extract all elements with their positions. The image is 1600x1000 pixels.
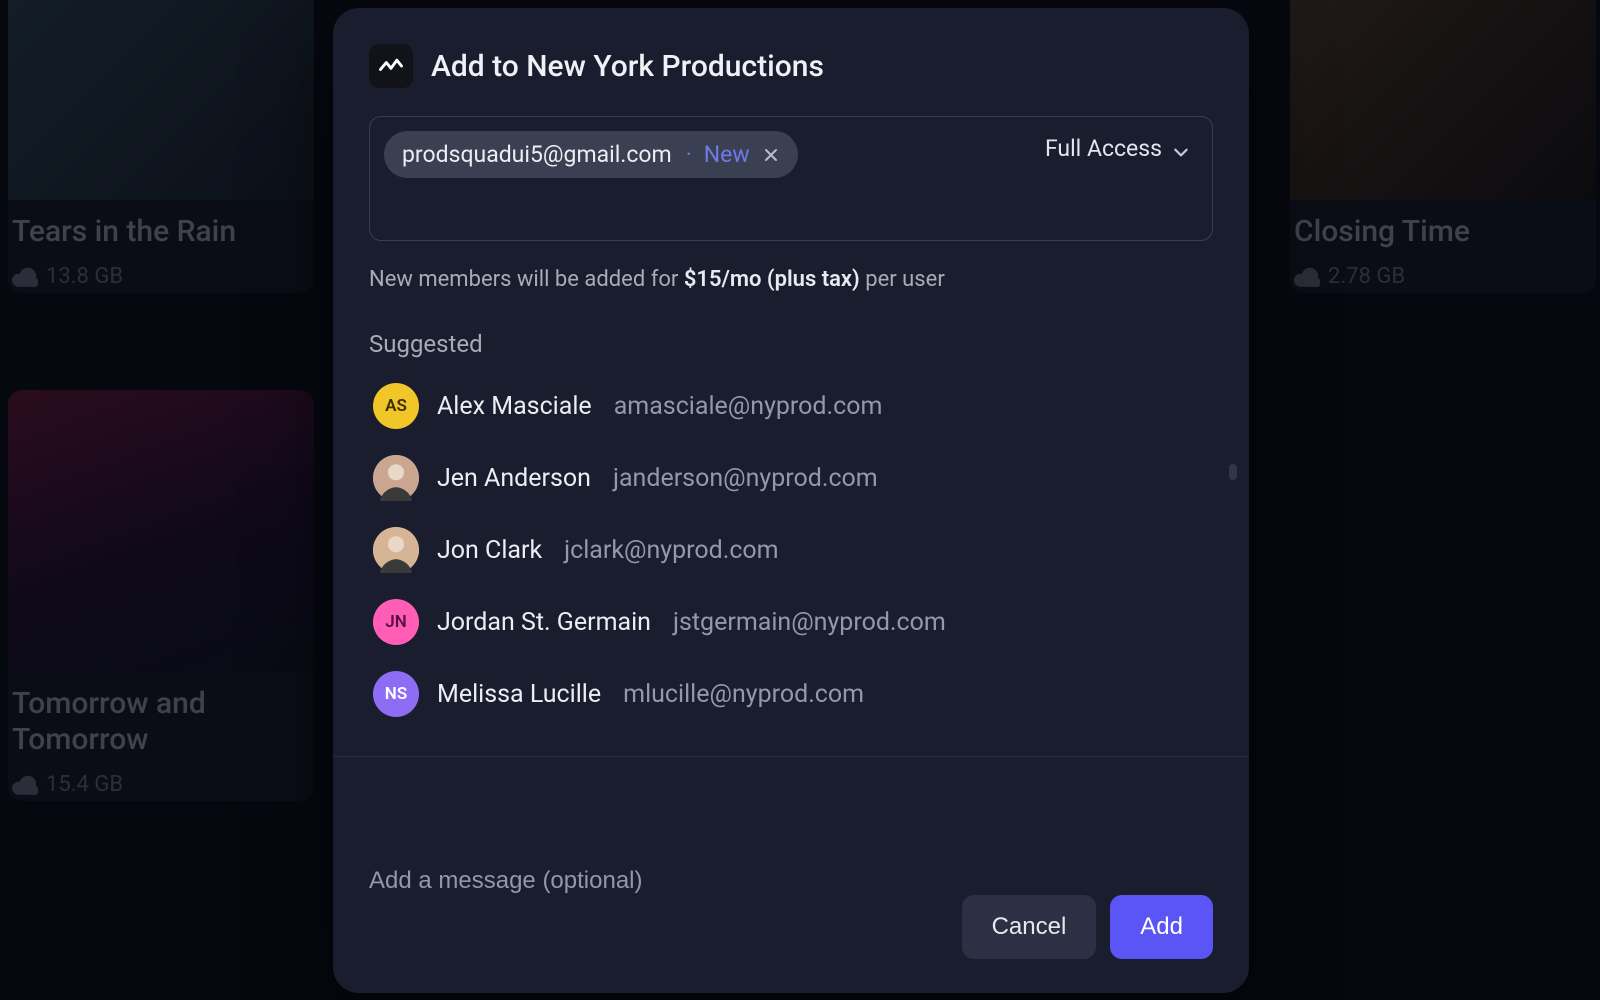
invite-field[interactable]: prodsquadui5@gmail.com · New Full Access: [369, 116, 1213, 241]
avatar: JN: [373, 599, 419, 645]
suggested-item[interactable]: NS Melissa Lucille mlucille@nyprod.com: [369, 658, 1213, 730]
suggested-email: jstgermain@nyprod.com: [673, 608, 946, 637]
app-icon: [369, 44, 413, 88]
chip-separator: ·: [686, 141, 692, 168]
avatar: NS: [373, 671, 419, 717]
chip-new-tag: New: [704, 141, 750, 168]
suggested-item[interactable]: Jon Clark jclark@nyprod.com: [369, 514, 1213, 586]
suggested-list: AS Alex Masciale amasciale@nyprod.com Jen A…: [369, 370, 1213, 730]
chip-remove-icon[interactable]: [760, 144, 782, 166]
access-level-label: Full Access: [1045, 135, 1162, 162]
suggested-label: Suggested: [369, 330, 1213, 358]
access-level-dropdown[interactable]: Full Access: [1045, 135, 1190, 162]
cancel-button[interactable]: Cancel: [962, 895, 1097, 959]
avatar: AS: [373, 383, 419, 429]
email-chip[interactable]: prodsquadui5@gmail.com · New: [384, 131, 798, 178]
suggested-name: Jen Anderson: [437, 464, 591, 493]
divider: [333, 756, 1249, 757]
scrollbar-thumb[interactable]: [1229, 464, 1237, 480]
suggested-name: Jordan St. Germain: [437, 608, 651, 637]
pricing-note: New members will be added for $15/mo (pl…: [369, 267, 1213, 292]
modal-title: Add to New York Productions: [431, 49, 824, 84]
modal-header: Add to New York Productions: [333, 8, 1249, 116]
add-members-modal: Add to New York Productions prodsquadui5…: [333, 8, 1249, 993]
suggested-name: Jon Clark: [437, 536, 542, 565]
chevron-down-icon: [1172, 140, 1190, 158]
avatar: [373, 455, 419, 501]
message-area: [333, 841, 1249, 895]
avatar: [373, 527, 419, 573]
suggested-email: amasciale@nyprod.com: [614, 392, 883, 421]
message-input[interactable]: [369, 867, 1213, 895]
suggested-email: janderson@nyprod.com: [613, 464, 878, 493]
suggested-email: mlucille@nyprod.com: [623, 680, 864, 709]
suggested-item[interactable]: AS Alex Masciale amasciale@nyprod.com: [369, 370, 1213, 442]
chip-email: prodsquadui5@gmail.com: [402, 141, 672, 168]
modal-footer: Cancel Add: [333, 895, 1249, 993]
suggested-item[interactable]: Jen Anderson janderson@nyprod.com: [369, 442, 1213, 514]
suggested-name: Alex Masciale: [437, 392, 592, 421]
add-button[interactable]: Add: [1110, 895, 1213, 959]
suggested-name: Melissa Lucille: [437, 680, 601, 709]
suggested-item[interactable]: JN Jordan St. Germain jstgermain@nyprod.co…: [369, 586, 1213, 658]
suggested-email: jclark@nyprod.com: [564, 536, 778, 565]
